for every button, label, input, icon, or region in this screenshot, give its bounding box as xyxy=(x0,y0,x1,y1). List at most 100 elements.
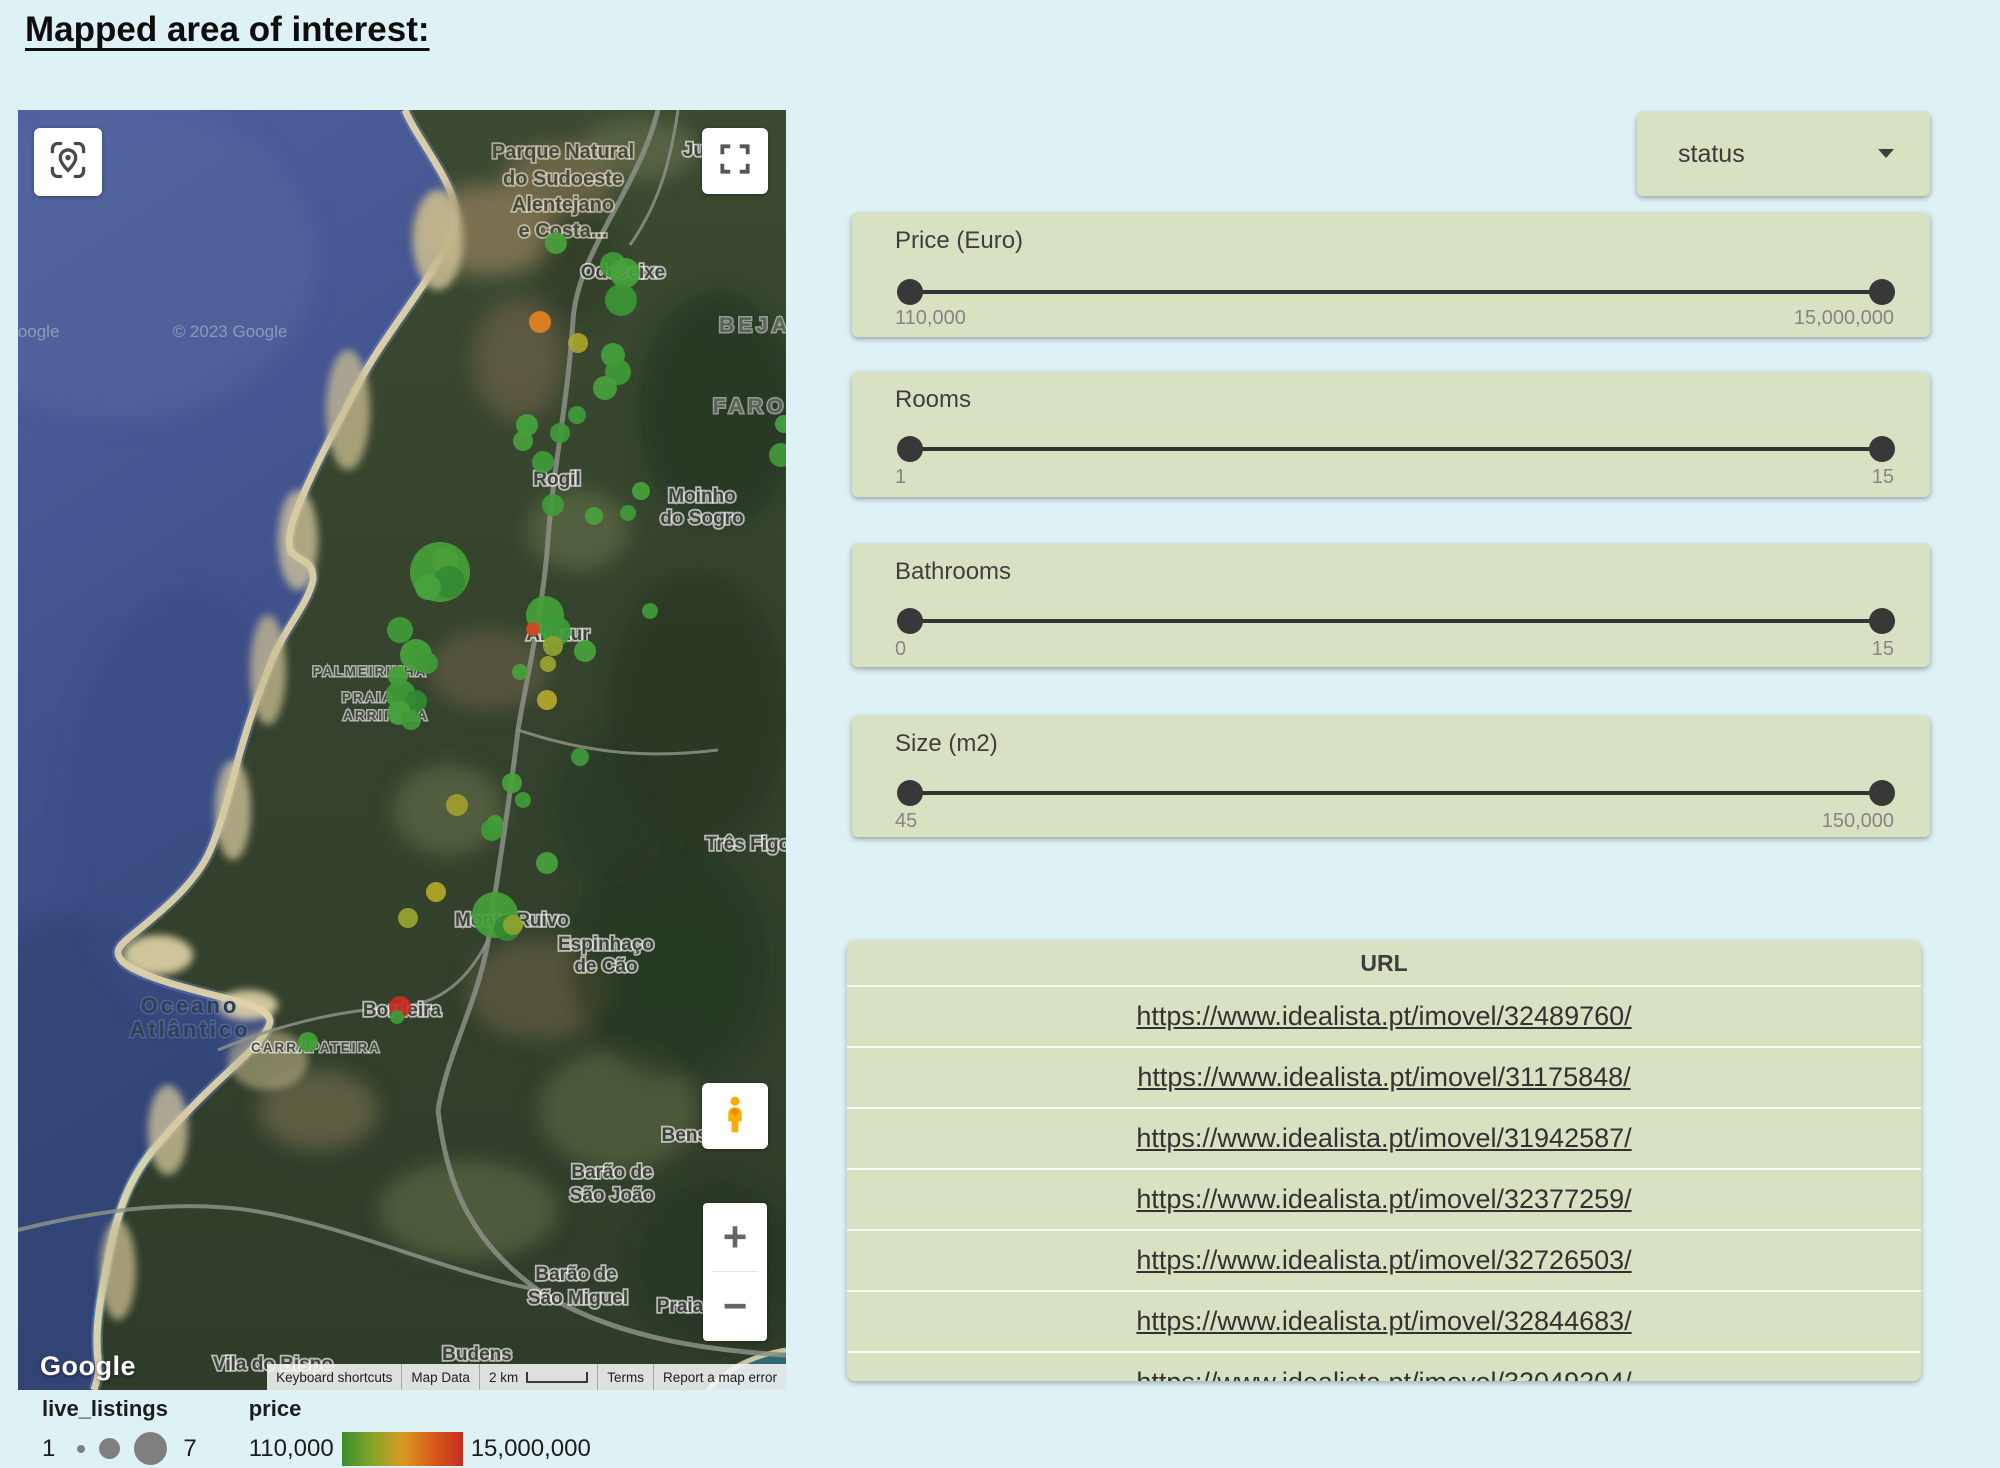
listing-marker[interactable] xyxy=(513,431,533,451)
listing-marker[interactable] xyxy=(593,376,617,400)
listing-marker[interactable] xyxy=(568,406,586,424)
listing-marker[interactable] xyxy=(620,505,636,521)
listing-marker[interactable] xyxy=(540,656,556,672)
listing-url-link[interactable]: https://www.idealista.pt/imovel/32844683… xyxy=(1136,1306,1631,1337)
table-row: https://www.idealista.pt/imovel/32726503… xyxy=(847,1229,1921,1290)
url-table-body: https://www.idealista.pt/imovel/32489760… xyxy=(847,985,1921,1381)
bathrooms-slider-track[interactable] xyxy=(910,619,1882,623)
bathrooms-slider-label: Bathrooms xyxy=(895,558,1011,586)
listing-marker[interactable] xyxy=(545,232,567,254)
size-slider-handle-min[interactable] xyxy=(897,780,923,806)
terms-link[interactable]: Terms xyxy=(597,1364,653,1390)
rooms-slider-min: 1 xyxy=(895,466,906,489)
listing-url-link[interactable]: https://www.idealista.pt/imovel/32726503… xyxy=(1136,1245,1631,1276)
listing-marker[interactable] xyxy=(532,451,554,473)
price-legend-title: price xyxy=(249,1396,591,1422)
rooms-slider-handle-max[interactable] xyxy=(1869,436,1895,462)
listing-marker[interactable] xyxy=(390,1010,404,1024)
rooms-slider-label: Rooms xyxy=(895,386,971,414)
select-area-pin-icon xyxy=(46,138,90,187)
listing-marker[interactable] xyxy=(416,652,438,674)
price-legend-max: 15,000,000 xyxy=(471,1435,591,1463)
status-dropdown[interactable]: status xyxy=(1637,112,1930,196)
url-table: URL https://www.idealista.pt/imovel/3248… xyxy=(847,941,1921,1381)
google-logo[interactable]: Google xyxy=(40,1351,136,1382)
zoom-in-button[interactable]: + xyxy=(703,1203,767,1271)
listing-marker[interactable] xyxy=(401,710,421,730)
report-map-error-link[interactable]: Report a map error xyxy=(653,1364,786,1390)
map-data-link[interactable]: Map Data xyxy=(401,1364,479,1390)
price-slider-handle-max[interactable] xyxy=(1869,279,1895,305)
map-label: de Cão xyxy=(574,956,637,977)
map-label: Barão de xyxy=(571,1162,652,1183)
map-scale: 2 km xyxy=(479,1364,597,1390)
listing-marker[interactable] xyxy=(481,819,503,841)
listing-marker[interactable] xyxy=(585,507,603,525)
listing-marker[interactable] xyxy=(610,258,640,288)
map-label: Parque Natural xyxy=(492,141,634,163)
map-label: Alentejano xyxy=(512,194,614,216)
listing-url-link[interactable]: https://www.idealista.pt/imovel/32489760… xyxy=(1136,1001,1631,1032)
listing-marker[interactable] xyxy=(605,284,637,316)
listing-marker[interactable] xyxy=(398,908,418,928)
map-label: Atlântico xyxy=(129,1017,250,1042)
size-slider-handle-max[interactable] xyxy=(1869,780,1895,806)
keyboard-shortcuts-link[interactable]: Keyboard shortcuts xyxy=(267,1364,401,1390)
map-label: © 2023 Google xyxy=(173,322,288,341)
listing-marker[interactable] xyxy=(542,494,564,516)
listing-url-link[interactable]: https://www.idealista.pt/imovel/31942587… xyxy=(1136,1123,1631,1154)
listing-marker[interactable] xyxy=(415,574,441,600)
listing-marker[interactable] xyxy=(550,423,570,443)
listing-marker[interactable] xyxy=(502,773,522,793)
table-row: https://www.idealista.pt/imovel/32489760… xyxy=(847,985,1921,1046)
listing-marker[interactable] xyxy=(536,852,558,874)
table-row: https://www.idealista.pt/imovel/32377259… xyxy=(847,1168,1921,1229)
bathrooms-slider-handle-max[interactable] xyxy=(1869,608,1895,634)
zoom-out-button[interactable]: − xyxy=(703,1272,767,1340)
listing-marker[interactable] xyxy=(298,1032,318,1052)
zoom-control: + − xyxy=(703,1203,767,1341)
map-canvas[interactable]: Parque Naturaldo SudoesteAlentejanoe Cos… xyxy=(18,110,786,1390)
price-slider-max: 15,000,000 xyxy=(1794,307,1894,330)
listing-marker[interactable] xyxy=(526,622,540,636)
listing-marker[interactable] xyxy=(503,915,523,935)
listing-marker[interactable] xyxy=(426,882,446,902)
size-slider-track[interactable] xyxy=(910,791,1882,795)
bathrooms-slider-handle-min[interactable] xyxy=(897,608,923,634)
listing-marker[interactable] xyxy=(543,636,563,656)
rooms-slider-handle-min[interactable] xyxy=(897,436,923,462)
listing-marker[interactable] xyxy=(568,333,588,353)
size-legend: live_listings 1 7 xyxy=(42,1396,197,1465)
listing-marker[interactable] xyxy=(574,640,596,662)
price-legend-min: 110,000 xyxy=(249,1435,334,1463)
fullscreen-button[interactable] xyxy=(702,128,768,194)
listing-marker[interactable] xyxy=(642,603,658,619)
listing-marker[interactable] xyxy=(537,690,557,710)
listing-marker[interactable] xyxy=(512,664,528,680)
listing-marker[interactable] xyxy=(529,311,551,333)
pegman-icon xyxy=(715,1094,755,1139)
status-dropdown-label: status xyxy=(1678,140,1745,169)
listing-marker[interactable] xyxy=(515,792,531,808)
bathrooms-filter-panel: Bathrooms 0 15 xyxy=(852,544,1930,667)
map-label: Google xyxy=(18,322,59,341)
price-slider-min: 110,000 xyxy=(895,307,966,330)
listing-marker[interactable] xyxy=(387,617,413,643)
listing-url-link[interactable]: https://www.idealista.pt/imovel/32049204… xyxy=(1136,1367,1631,1381)
rooms-slider-max: 15 xyxy=(1872,466,1894,489)
listing-url-link[interactable]: https://www.idealista.pt/imovel/32377259… xyxy=(1136,1184,1631,1215)
listing-url-link[interactable]: https://www.idealista.pt/imovel/31175848… xyxy=(1137,1062,1630,1093)
listing-marker[interactable] xyxy=(446,794,468,816)
select-area-button[interactable] xyxy=(34,128,102,196)
bathrooms-slider-max: 15 xyxy=(1872,638,1894,661)
rooms-slider-track[interactable] xyxy=(910,447,1882,451)
fullscreen-icon xyxy=(716,140,754,183)
pegman-button[interactable] xyxy=(702,1083,768,1149)
listing-marker[interactable] xyxy=(632,482,650,500)
price-slider-track[interactable] xyxy=(910,290,1882,294)
price-legend: price 110,000 15,000,000 xyxy=(249,1396,591,1466)
price-slider-handle-min[interactable] xyxy=(897,279,923,305)
price-filter-panel: Price (Euro) 110,000 15,000,000 xyxy=(852,213,1930,337)
map-label: Budens xyxy=(442,1344,512,1365)
listing-marker[interactable] xyxy=(571,748,589,766)
